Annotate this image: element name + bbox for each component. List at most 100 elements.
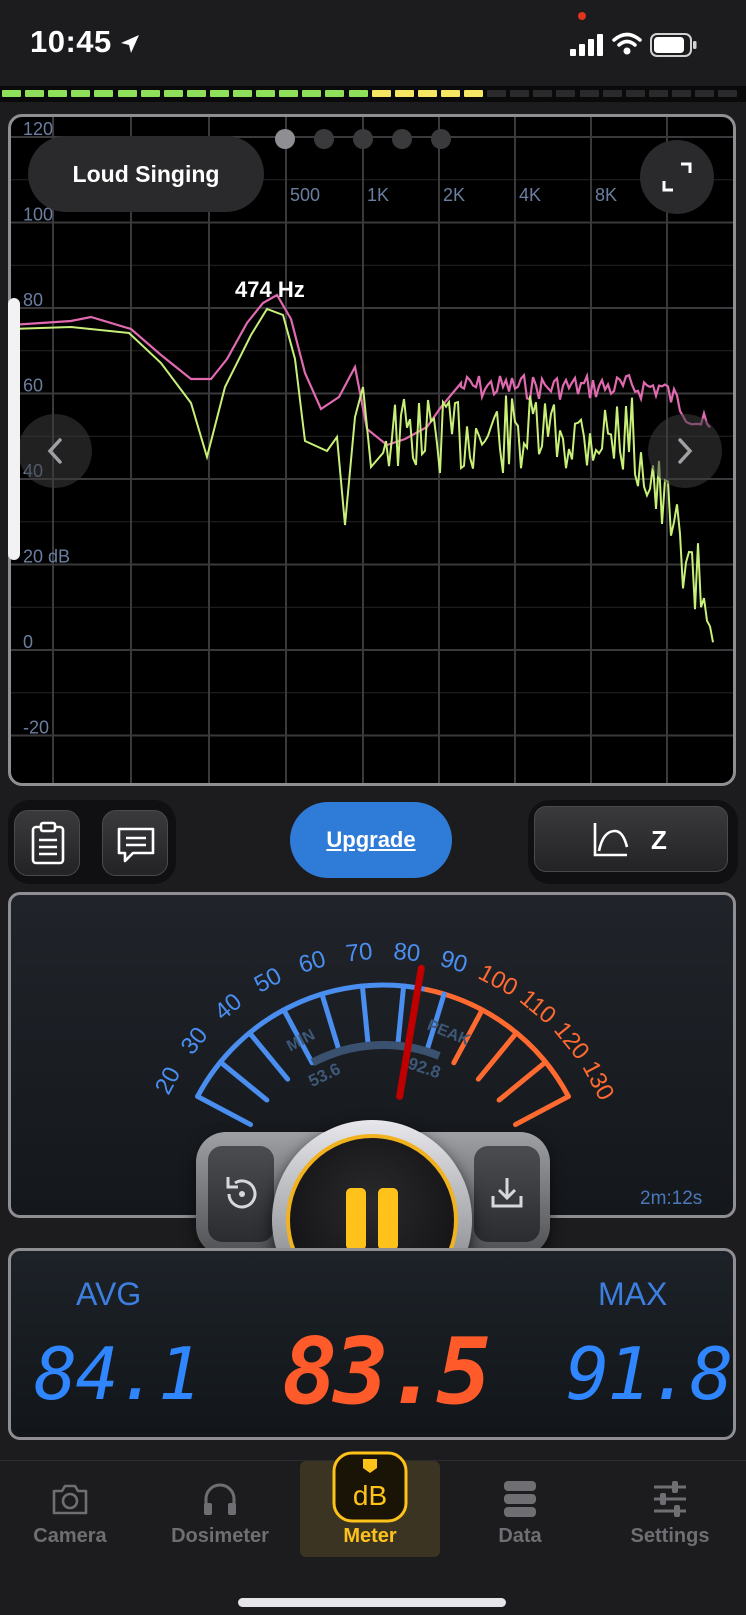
meter-tick [475,1030,519,1082]
level-segment [140,90,160,97]
meter-tick [395,983,407,1049]
meter-tick [512,1093,571,1128]
page-dot[interactable] [431,129,451,149]
wifi-icon [612,32,642,55]
x-tick-label: 4K [519,185,541,205]
tab-data[interactable]: Data [450,1461,590,1557]
level-segment [510,90,530,97]
camera-icon [52,1484,88,1515]
meter-tick [359,983,371,1049]
cellular-signal-icon [570,34,603,56]
chevron-left-icon [47,438,62,464]
level-segment [71,90,91,97]
level-segment [394,90,414,97]
level-segment [256,90,276,97]
tab-bar: Camera Dosimeter dB Meter Data Settings [0,1451,746,1615]
level-segment [94,90,114,97]
level-segment [718,90,738,97]
live-level-strip [0,86,746,102]
reset-icon [226,1177,257,1209]
tab-dosimeter[interactable]: Dosimeter [150,1461,290,1557]
x-tick-label: 2K [443,185,465,205]
page-dot[interactable] [392,129,412,149]
meter-scale-label: 80 [392,938,421,967]
tab-settings[interactable]: Settings [600,1461,740,1557]
previous-page-button[interactable] [18,414,92,488]
reset-button[interactable] [208,1146,274,1242]
meter-tick [247,1030,291,1082]
upgrade-button[interactable]: Upgrade [290,802,452,878]
meter-scale-label: 20 [150,1063,186,1099]
y-tick-label: 20 dB [23,547,70,567]
level-segment [209,90,229,97]
download-tray-icon [491,1178,523,1208]
y-tick-label: 120 [23,119,53,139]
level-segment [25,90,45,97]
level-segment [695,90,714,97]
x-tick-label: 1K [367,185,389,205]
level-segment [440,90,460,97]
frequency-weighting-button[interactable]: Z [534,806,728,872]
level-segment [625,90,645,97]
max-hold-curve [11,293,711,447]
level-segment [279,90,299,97]
page-dot[interactable] [314,129,334,149]
x-tick-label: 8K [595,185,617,205]
next-page-button[interactable] [648,414,722,488]
tab-meter[interactable]: dB Meter [300,1451,440,1557]
spectrum-analyzer-panel[interactable]: 12010080604020 dB0-20 5001K2K4K8K16K 474… [8,114,736,786]
tab-data-label: Data [498,1525,542,1547]
weighting-curve-icon [593,823,629,857]
sensitivity-slider[interactable] [8,298,20,560]
page-dots [275,129,455,151]
report-button[interactable] [14,810,80,876]
elapsed-time: 2m:12s [640,1188,703,1209]
tab-camera[interactable]: Camera [0,1461,140,1557]
level-segment [348,90,368,97]
expand-button[interactable] [640,140,714,214]
preset-selector[interactable]: Loud Singing [28,136,264,212]
level-segment [648,90,668,97]
database-icon [504,1481,536,1517]
meter-tick [496,1059,549,1103]
tab-dosimeter-label: Dosimeter [171,1525,269,1547]
level-segment [671,90,691,97]
min-label: MIN [284,1027,318,1056]
weighting-label: Z [651,825,667,855]
status-bar: 10:45 [0,0,746,88]
location-arrow-icon [121,35,139,53]
expand-icon [662,162,692,192]
meter-tick [217,1059,270,1103]
tab-settings-label: Settings [630,1525,710,1547]
level-segment [556,90,576,97]
recording-indicator-dot [578,12,586,20]
page-dot[interactable] [353,129,373,149]
peak-frequency-label: 474 Hz [235,277,305,302]
level-segment [48,90,68,97]
max-label: MAX [598,1276,668,1312]
level-segment [163,90,183,97]
y-tick-label: 80 [23,290,43,310]
chat-bubble-icon [117,827,155,863]
headphones-icon [204,1483,236,1515]
meter-scale-label: 110 [514,984,561,1029]
tab-camera-label: Camera [33,1525,107,1547]
spectrum-graph: 12010080604020 dB0-20 5001K2K4K8K16K [11,117,733,783]
page-dot[interactable] [275,129,295,149]
export-button[interactable] [474,1146,540,1242]
level-segment [371,90,391,97]
meter-scale-label: 120 [548,1017,594,1065]
meter-scale-label: 30 [176,1022,214,1060]
battery-icon [650,33,697,57]
level-segment [186,90,206,97]
meter-tick [195,1093,254,1128]
meter-scale-label: 130 [577,1057,620,1105]
current-db-value: 83.5 [282,1318,492,1425]
avg-label: AVG [76,1276,142,1312]
home-indicator [238,1598,506,1607]
comment-button[interactable] [102,810,168,876]
meter-scale-label: 40 [209,988,247,1026]
level-segment [602,90,622,97]
meter-tick [319,991,342,1054]
meter-scale-label: 60 [295,945,328,979]
